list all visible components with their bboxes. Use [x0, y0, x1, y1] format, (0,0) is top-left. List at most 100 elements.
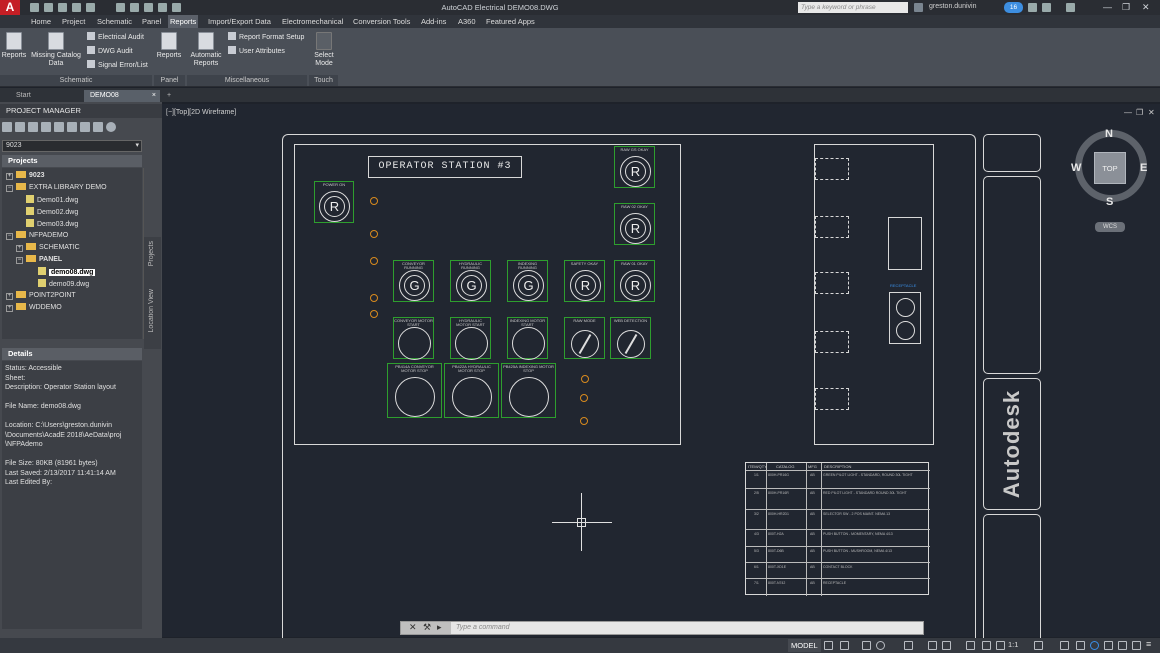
cart-icon[interactable] — [1028, 3, 1037, 12]
expand-icon[interactable]: + — [6, 173, 13, 180]
pilot-light-hydraulic[interactable]: HYDRAULIC RUNNING G — [450, 260, 491, 302]
new-tab-button[interactable]: + — [164, 90, 174, 102]
redo-icon[interactable] — [86, 3, 95, 12]
pilot-light-indexing[interactable]: INDEXING RUNNING G — [507, 260, 548, 302]
collapse-icon[interactable]: − — [6, 233, 13, 240]
selector-switch-web-detection[interactable]: WEB DETECTION — [610, 317, 651, 359]
side-tab-location-view[interactable]: Location View — [148, 289, 155, 332]
start-button-indexing[interactable]: INDEXING MOTOR START — [507, 317, 548, 360]
project-properties-icon[interactable] — [54, 122, 64, 132]
command-line[interactable]: ✕ ⚒ ▸ Type a command — [400, 621, 924, 635]
reports-button[interactable]: Reports — [0, 32, 28, 60]
drawing-list-icon[interactable] — [67, 122, 77, 132]
close-icon[interactable]: ✕ — [1142, 2, 1150, 13]
selection-cycling-icon[interactable] — [942, 641, 951, 650]
projects-header[interactable]: Projects — [2, 155, 142, 167]
compass-east[interactable]: E — [1140, 162, 1147, 174]
save-icon[interactable] — [58, 3, 67, 12]
pilot-light-raw-01[interactable]: RAW 01 OKAY R — [614, 260, 655, 302]
new-drawing-icon[interactable] — [28, 122, 38, 132]
tree-item[interactable]: Demo01.dwg — [26, 195, 78, 205]
binoculars-icon[interactable] — [914, 3, 923, 12]
start-button-hydraulic[interactable]: HYDRAULIC MOTOR START — [450, 317, 491, 360]
autoscale-icon[interactable] — [982, 641, 991, 650]
tree-item[interactable]: − EXTRA LIBRARY DEMO — [6, 183, 107, 192]
tab-conversion-tools[interactable]: Conversion Tools — [351, 15, 412, 28]
tree-item-selected[interactable]: demo08.dwg — [38, 267, 96, 277]
tree-item[interactable]: + SCHEMATIC — [16, 243, 80, 252]
plot-icon[interactable] — [116, 3, 125, 12]
grid-icon[interactable] — [824, 641, 833, 650]
help-icon[interactable] — [1066, 3, 1075, 12]
tree-item[interactable]: demo09.dwg — [38, 279, 89, 289]
tree-item[interactable]: + WDDEMO — [6, 303, 62, 312]
undo-icon[interactable] — [72, 3, 81, 12]
user-attributes-button[interactable]: User Attributes — [228, 46, 285, 56]
snap-icon[interactable] — [840, 641, 849, 650]
workspace-icon[interactable] — [158, 3, 167, 12]
viewcube-top-face[interactable]: TOP — [1094, 152, 1126, 184]
refresh-icon[interactable] — [41, 122, 51, 132]
tab-add-ins[interactable]: Add-ins — [419, 15, 448, 28]
select-mode-button[interactable]: Select Mode — [310, 32, 338, 68]
tab-demo08[interactable]: DEMO08 × — [84, 90, 160, 102]
stop-button-conveyor[interactable]: PB414A CONVEYOR MOTOR STOP — [387, 363, 442, 418]
receptacle[interactable] — [889, 292, 921, 344]
annotation-scale-value[interactable]: 1:1 — [1008, 640, 1018, 649]
wcs-menu[interactable]: WCS — [1095, 222, 1125, 232]
ortho-icon[interactable] — [862, 641, 871, 650]
customize-quick-access-icon[interactable] — [172, 3, 181, 12]
project-tasks-icon[interactable] — [80, 122, 90, 132]
osnap-icon[interactable] — [904, 641, 913, 650]
tab-import-export[interactable]: Import/Export Data — [206, 15, 273, 28]
model-space-button[interactable]: MODEL — [788, 639, 821, 652]
polar-icon[interactable] — [876, 641, 885, 650]
report-format-setup-button[interactable]: Report Format Setup — [228, 32, 304, 42]
plot-project-icon[interactable] — [93, 122, 103, 132]
new-project-icon[interactable] — [15, 122, 25, 132]
tab-featured-apps[interactable]: Featured Apps — [484, 15, 537, 28]
collapse-icon[interactable]: − — [16, 257, 23, 264]
customization-menu-icon[interactable]: ≡ — [1146, 640, 1155, 650]
tree-item[interactable]: − PANEL — [16, 255, 62, 264]
maximize-icon[interactable]: ❐ — [1122, 2, 1130, 13]
expand-icon[interactable]: + — [6, 305, 13, 312]
units-icon[interactable] — [1076, 641, 1085, 650]
plus-icon[interactable] — [1060, 641, 1069, 650]
stop-button-hydraulic[interactable]: PB422A HYDRAULIC MOTOR STOP — [444, 363, 499, 418]
quick-properties-icon[interactable] — [1090, 641, 1099, 650]
expand-icon[interactable]: + — [16, 245, 23, 252]
signal-error-list-button[interactable]: Signal Error/List — [87, 60, 148, 70]
side-tab-projects[interactable]: Projects — [148, 241, 155, 266]
application-menu-button[interactable]: A — [0, 0, 20, 15]
pilot-light-raw-02[interactable]: RAW 02 OKAY R — [614, 203, 655, 245]
annotation-scale-icon[interactable] — [996, 641, 1005, 650]
compass-north[interactable]: N — [1105, 128, 1113, 140]
stop-button-indexing[interactable]: PB425A INDEXING MOTOR STOP — [501, 363, 556, 418]
selector-switch-raw-mode[interactable]: RAW MODE — [564, 317, 605, 359]
compass-west[interactable]: W — [1071, 162, 1081, 174]
project-select[interactable]: 9023 ▾ — [2, 140, 142, 152]
tab-reports[interactable]: Reports — [168, 15, 199, 28]
annotation-visibility-icon[interactable] — [966, 641, 975, 650]
workspace-switch-icon[interactable] — [1034, 641, 1043, 650]
viewport-close-icon[interactable]: ✕ — [1148, 108, 1155, 117]
back-icon[interactable] — [130, 3, 139, 12]
viewport-minimize-icon[interactable]: — — [1124, 108, 1132, 117]
compass-south[interactable]: S — [1106, 196, 1113, 208]
tree-item[interactable]: + POINT2POINT — [6, 291, 76, 300]
lock-ui-icon[interactable] — [1104, 641, 1113, 650]
tab-panel[interactable]: Panel — [140, 15, 163, 28]
automatic-reports-button[interactable]: Automatic Reports — [186, 32, 226, 68]
user-name[interactable]: greston.dunivin — [929, 3, 976, 10]
new-icon[interactable] — [30, 3, 39, 12]
open-icon[interactable] — [44, 3, 53, 12]
close-command-icon[interactable]: ✕ — [409, 622, 417, 633]
tab-home[interactable]: Home — [29, 15, 53, 28]
collapse-icon[interactable]: − — [6, 185, 13, 192]
pilot-light-safety[interactable]: SAFETY OKAY R — [564, 260, 605, 302]
viewport-restore-icon[interactable]: ❐ — [1136, 108, 1143, 117]
recent-commands-icon[interactable]: ▸ — [437, 622, 442, 633]
otrack-icon[interactable] — [928, 641, 937, 650]
help-icon[interactable] — [106, 122, 116, 132]
